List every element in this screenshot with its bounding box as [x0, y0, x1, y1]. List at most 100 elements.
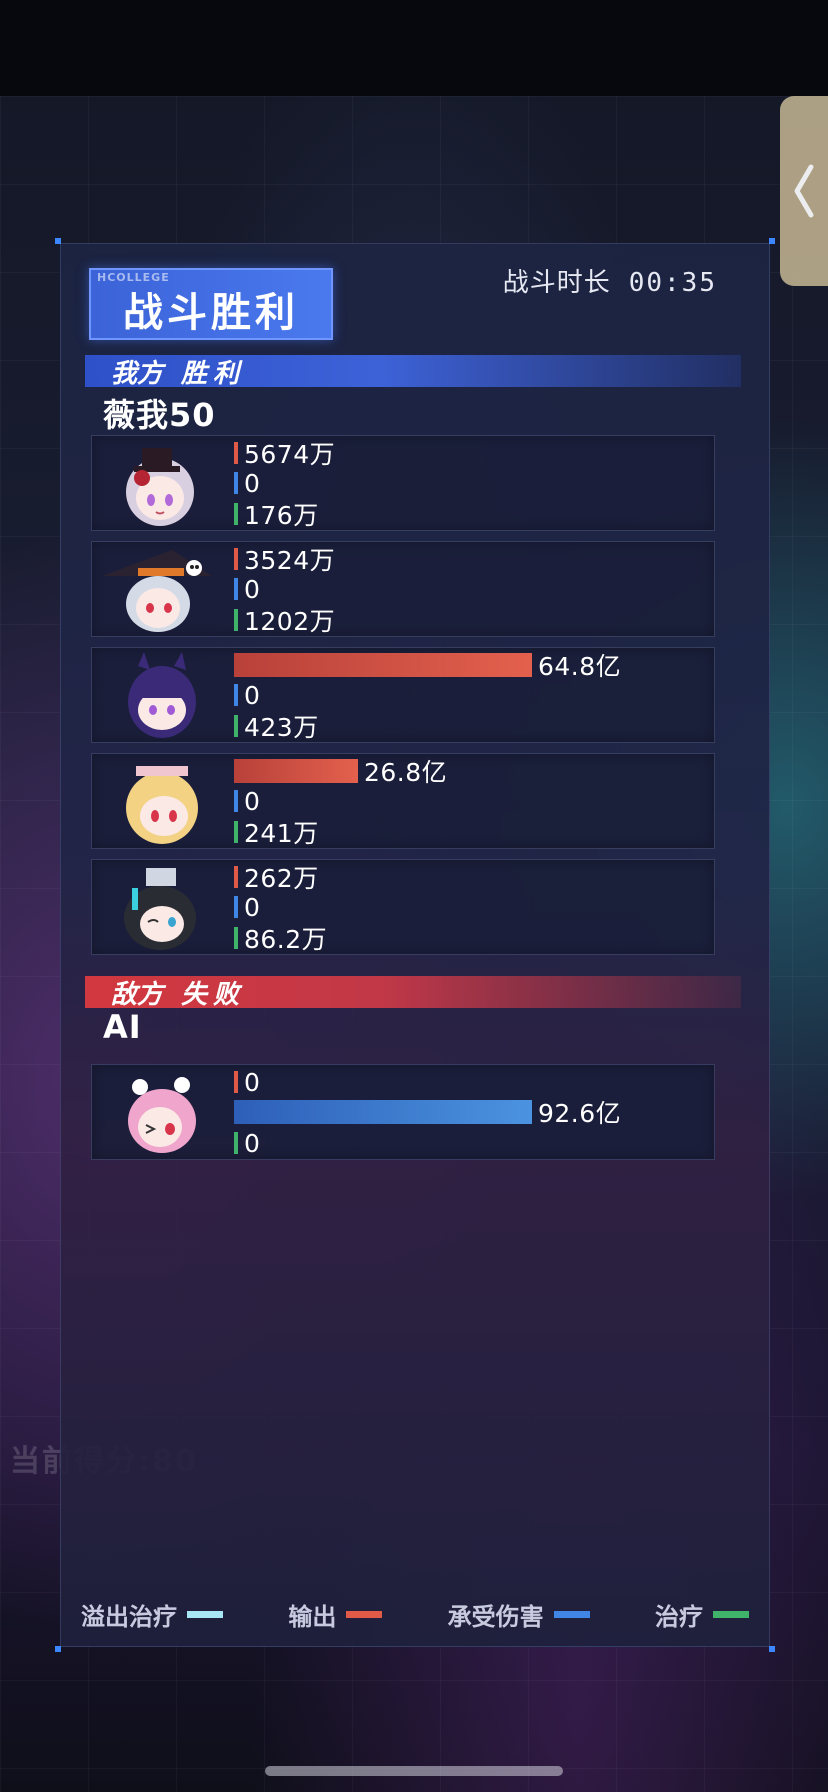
legend-swatch [346, 1610, 383, 1618]
chibi-top-hat-girl-avatar [126, 448, 194, 526]
damage-taken-value: 0 [244, 892, 261, 922]
legend-label: 治疗 [654, 1602, 703, 1631]
damage-taken-value: 0 [244, 786, 261, 816]
damage-taken-stat: 0 [234, 574, 261, 604]
ally-team-name: 薇我50 [103, 396, 216, 434]
healing-value: 0 [244, 1128, 261, 1158]
chevron-left-icon [794, 164, 814, 218]
output-value: 262万 [244, 864, 319, 893]
battle-duration: 战斗时长 00:35 [503, 262, 717, 299]
damage-taken-marker [234, 896, 238, 918]
damage-taken-marker [234, 684, 238, 706]
output-stat: 26.8亿 [234, 757, 447, 787]
output-bar [234, 759, 358, 783]
damage-taken-value: 0 [244, 468, 261, 498]
healing-stat: 0 [234, 1128, 261, 1158]
healing-marker [234, 715, 238, 737]
damage-taken-value: 0 [244, 574, 261, 604]
ally-member-card[interactable]: 64.8亿 0 423万 [91, 647, 715, 743]
healing-stat: 1202万 [234, 606, 335, 636]
duration-label: 战斗时长 [502, 268, 611, 298]
legend-label: 承受伤害 [447, 1602, 544, 1631]
healing-marker [234, 821, 238, 843]
healing-marker [234, 927, 238, 949]
damage-taken-stat: 0 [234, 680, 261, 710]
healing-marker [234, 503, 238, 525]
legend-swatch [712, 1610, 749, 1618]
damage-taken-marker [234, 578, 238, 600]
chibi-blonde-girl-avatar [126, 766, 198, 844]
legend-damage-taken: 承受伤害 [448, 1597, 590, 1632]
ally-result-label: 胜利 [181, 358, 246, 389]
output-value: 3524万 [244, 546, 336, 575]
healing-value: 176万 [244, 501, 319, 530]
battle-result-panel: HCOLLEGE 战斗胜利 战斗时长 00:35 我方 胜利 薇我50 5674万… [55, 238, 775, 1652]
panel-corner [769, 238, 775, 244]
panel-corner [769, 1646, 775, 1652]
ally-member-card[interactable]: 26.8亿 0 241万 [91, 753, 715, 849]
enemy-member-card[interactable]: 0 92.6亿 0 [91, 1064, 715, 1160]
chibi-witch-hat-girl-avatar [102, 550, 212, 632]
healing-value: 423万 [244, 713, 319, 742]
damage-taken-marker [234, 790, 238, 812]
healing-value: 86.2万 [244, 925, 328, 954]
healing-stat: 241万 [234, 818, 319, 848]
panel-corner [55, 1646, 61, 1652]
healing-stat: 176万 [234, 500, 319, 530]
output-bar [234, 653, 532, 677]
output-stat: 3524万 [234, 545, 335, 575]
legend-overflow-heal: 溢出治疗 [81, 1597, 223, 1632]
output-stat: 5674万 [234, 439, 335, 469]
healing-stat: 86.2万 [234, 924, 327, 954]
side-drawer-tab[interactable] [780, 96, 828, 286]
output-marker [234, 548, 238, 570]
legend-output: 输出 [288, 1597, 383, 1632]
legend-healing: 治疗 [655, 1597, 749, 1632]
output-marker [234, 442, 238, 464]
ally-team-banner: 我方 胜利 [85, 355, 741, 389]
output-value: 0 [244, 1067, 261, 1097]
ally-member-card[interactable]: 5674万 0 176万 [91, 435, 715, 531]
damage-taken-stat: 92.6亿 [234, 1098, 621, 1128]
damage-taken-stat: 0 [234, 892, 261, 922]
enemy-side-label: 敌方 [111, 979, 164, 1010]
healing-stat: 423万 [234, 712, 319, 742]
legend-label: 输出 [288, 1602, 337, 1631]
panel-corner [55, 238, 61, 244]
legend-swatch [187, 1610, 223, 1618]
damage-taken-stat: 0 [234, 468, 261, 498]
chibi-black-hair-girl-avatar [124, 868, 196, 950]
victory-title-badge: HCOLLEGE 战斗胜利 [89, 268, 333, 340]
ally-member-card[interactable]: 3524万 0 1202万 [91, 541, 715, 637]
damage-taken-marker [234, 472, 238, 494]
chibi-pink-hair-girl-avatar [128, 1077, 196, 1153]
output-value: 64.8亿 [538, 652, 622, 681]
enemy-team-banner: 敌方 失败 [85, 976, 741, 1010]
output-stat: 0 [234, 1067, 261, 1097]
healing-marker [234, 609, 238, 631]
healing-value: 241万 [244, 819, 319, 848]
page-title: 战斗胜利 [123, 290, 299, 336]
output-stat: 64.8亿 [234, 651, 621, 681]
home-indicator[interactable] [265, 1766, 563, 1776]
damage-taken-value: 0 [244, 680, 261, 710]
duration-value: 00:35 [628, 268, 717, 298]
output-value: 5674万 [244, 440, 336, 469]
output-value: 26.8亿 [364, 758, 448, 787]
healing-marker [234, 1132, 238, 1154]
legend-label: 溢出治疗 [81, 1602, 177, 1631]
output-stat: 262万 [234, 863, 319, 893]
chibi-purple-hair-girl-avatar [128, 652, 196, 738]
damage-taken-bar [234, 1100, 532, 1124]
enemy-team-name: AI [103, 1008, 142, 1046]
ally-side-label: 我方 [111, 358, 164, 389]
damage-taken-stat: 0 [234, 786, 261, 816]
enemy-result-label: 失败 [181, 979, 246, 1010]
healing-value: 1202万 [244, 607, 336, 636]
output-marker [234, 1071, 238, 1093]
ally-member-card[interactable]: 262万 0 86.2万 [91, 859, 715, 955]
legend-swatch [553, 1610, 590, 1618]
stat-legend: 溢出治疗 输出 承受伤害 治疗 [81, 1594, 749, 1634]
damage-taken-value: 92.6亿 [538, 1099, 622, 1128]
output-marker [234, 866, 238, 888]
